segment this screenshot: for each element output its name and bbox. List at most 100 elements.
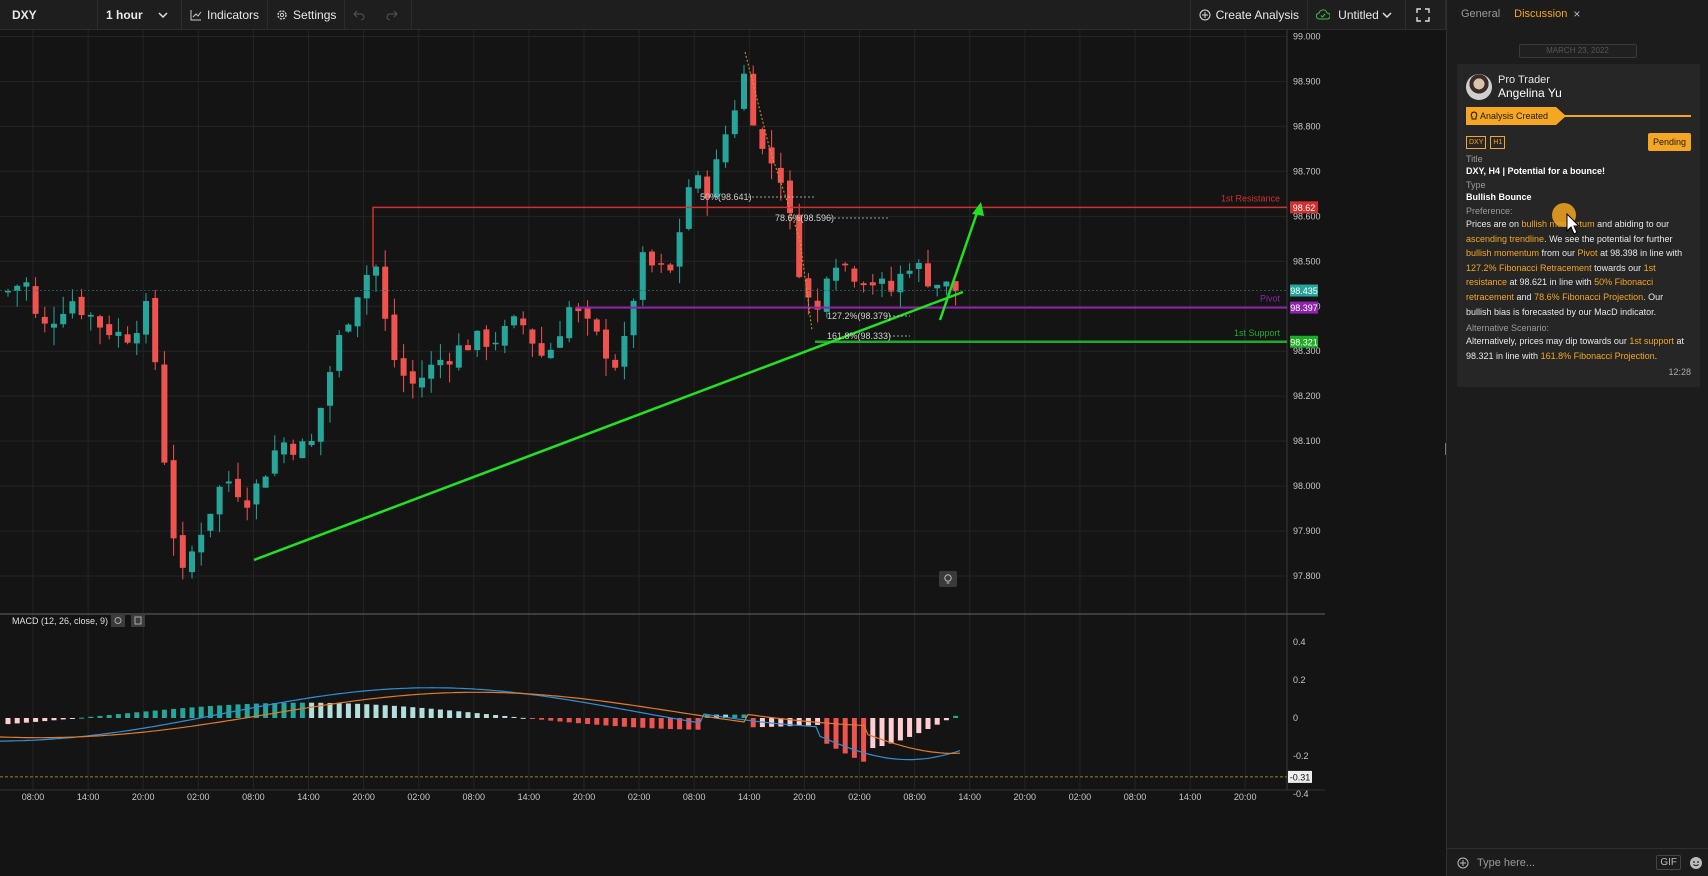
macd-histogram-bar bbox=[42, 718, 48, 722]
indicators-label: Indicators bbox=[207, 7, 260, 22]
macd-histogram-bar bbox=[732, 714, 738, 718]
preference-segment: Prices are on bbox=[1466, 219, 1522, 229]
candle-bearish bbox=[78, 296, 85, 316]
macd-histogram-bar bbox=[51, 718, 57, 721]
candle-bullish bbox=[492, 342, 499, 345]
indicators-button[interactable]: Indicators bbox=[182, 0, 269, 30]
tab-discussion[interactable]: Discussion × bbox=[1514, 7, 1580, 21]
gif-button[interactable]: GIF bbox=[1656, 855, 1681, 870]
candle-bullish bbox=[271, 450, 278, 474]
candle-bullish bbox=[345, 324, 352, 332]
fib-label: 78.6%(98.596) bbox=[775, 213, 834, 223]
mouse-pointer-icon bbox=[1566, 213, 1580, 235]
candle-bullish bbox=[557, 336, 563, 348]
layout-selector[interactable]: Untitled bbox=[1308, 0, 1406, 30]
macd-histogram-bar bbox=[336, 703, 342, 718]
macd-histogram-bar bbox=[106, 714, 112, 718]
time-tick-label: 20:00 bbox=[352, 792, 375, 802]
candle-bearish bbox=[612, 359, 619, 368]
candle-bullish bbox=[676, 232, 683, 267]
macd-histogram-bar bbox=[695, 718, 701, 730]
redo-icon bbox=[386, 10, 399, 20]
redo-button[interactable] bbox=[378, 0, 413, 30]
time-tick-label: 14:00 bbox=[738, 792, 761, 802]
candle-bearish bbox=[649, 251, 655, 266]
emoji-icon[interactable] bbox=[1689, 856, 1703, 870]
macd-histogram-bar bbox=[649, 718, 655, 729]
candle-bullish bbox=[621, 336, 628, 367]
candle-bearish bbox=[777, 167, 784, 183]
macd-histogram-bar bbox=[493, 714, 499, 718]
preference-segment: 127.2% Fibonacci Retracement bbox=[1466, 262, 1592, 273]
support-price-tag: 98.321 bbox=[1290, 337, 1318, 347]
macd-histogram-bar bbox=[60, 718, 66, 720]
interval-selector[interactable]: 1 hour bbox=[98, 0, 182, 30]
macd-histogram-bar bbox=[309, 702, 315, 718]
price-tick-label: 98.000 bbox=[1293, 481, 1321, 491]
tab-general[interactable]: General bbox=[1461, 8, 1500, 20]
macd-histogram-bar bbox=[548, 718, 554, 721]
candle-bullish bbox=[879, 278, 885, 284]
plus-circle-icon[interactable] bbox=[1457, 857, 1469, 869]
macd-histogram-bar bbox=[364, 704, 370, 718]
candle-bearish bbox=[529, 329, 536, 344]
macd-histogram-bar bbox=[217, 705, 223, 718]
chart-area[interactable]: 99.00098.90098.80098.70098.60098.50098.4… bbox=[0, 30, 1446, 876]
candle-bearish bbox=[244, 500, 251, 508]
message-input[interactable]: Type here... bbox=[1477, 857, 1648, 869]
candle-bullish bbox=[225, 481, 232, 484]
macd-histogram-bar bbox=[888, 718, 894, 744]
candle-bullish bbox=[299, 441, 306, 459]
preference-segment: 78.6% Fibonacci Projection bbox=[1534, 291, 1644, 302]
price-tick-label: 99.000 bbox=[1293, 32, 1321, 42]
close-icon[interactable]: × bbox=[1573, 7, 1580, 21]
candle-bullish bbox=[419, 377, 425, 388]
time-tick-label: 14:00 bbox=[958, 792, 981, 802]
idea-marker bbox=[939, 571, 957, 587]
alt-scenario-segment: 1st support bbox=[1629, 336, 1674, 347]
fullscreen-button[interactable] bbox=[1406, 0, 1446, 30]
macd-tick-label: -0.2 bbox=[1293, 751, 1309, 761]
macd-histogram-bar bbox=[575, 718, 581, 724]
macd-histogram-bar bbox=[419, 707, 425, 718]
fib-label: 127.2%(98.379) bbox=[827, 311, 891, 321]
macd-histogram-bar bbox=[907, 718, 913, 737]
candle-bearish bbox=[667, 264, 674, 271]
candle-bearish bbox=[400, 358, 407, 376]
price-chart[interactable]: 99.00098.90098.80098.70098.60098.50098.4… bbox=[0, 30, 1446, 876]
preference-segment: bullish momentum bbox=[1466, 248, 1540, 259]
timeframe-badge: H1 bbox=[1490, 135, 1506, 149]
price-tick-label: 98.200 bbox=[1293, 391, 1321, 401]
time-tick-label: 02:00 bbox=[407, 792, 430, 802]
candle-bearish bbox=[538, 343, 545, 356]
alt-scenario-label: Alternative Scenario: bbox=[1466, 323, 1550, 334]
lightbulb-icon bbox=[1470, 111, 1478, 120]
macd-histogram-bar bbox=[23, 718, 29, 723]
price-tick-label: 98.900 bbox=[1293, 76, 1321, 86]
candle-bullish bbox=[262, 476, 269, 488]
macd-histogram-bar bbox=[5, 718, 11, 725]
settings-button[interactable]: Settings bbox=[268, 0, 346, 30]
macd-histogram-bar bbox=[953, 715, 959, 718]
macd-histogram-bar bbox=[171, 708, 177, 718]
macd-histogram-bar bbox=[373, 704, 379, 718]
symbol-selector[interactable]: DXY bbox=[0, 0, 98, 30]
macd-histogram-bar bbox=[465, 712, 471, 718]
macd-settings-button bbox=[111, 614, 125, 627]
symbol-badge: DXY bbox=[1466, 135, 1487, 149]
candle-bearish bbox=[584, 307, 591, 319]
price-tick-label: 98.700 bbox=[1293, 166, 1321, 176]
macd-histogram-bar bbox=[566, 718, 572, 723]
resistance-label: 1st Resistance bbox=[1221, 193, 1280, 203]
macd-histogram-bar bbox=[539, 718, 545, 720]
time-tick-label: 14:00 bbox=[518, 792, 541, 802]
price-tick-label: 98.500 bbox=[1293, 256, 1321, 266]
time-tick-label: 08:00 bbox=[242, 792, 265, 802]
alt-scenario-text: Alternatively, prices may dip towards ou… bbox=[1466, 334, 1691, 363]
message-timestamp: 12:28 bbox=[1668, 367, 1691, 378]
create-analysis-button[interactable]: Create Analysis bbox=[1189, 0, 1308, 30]
discussion-panel: General Discussion × MARCH 23, 2022 Pro … bbox=[1446, 0, 1708, 876]
macd-histogram-bar bbox=[474, 713, 480, 718]
candle-bullish bbox=[630, 300, 637, 336]
undo-button[interactable] bbox=[345, 0, 378, 30]
